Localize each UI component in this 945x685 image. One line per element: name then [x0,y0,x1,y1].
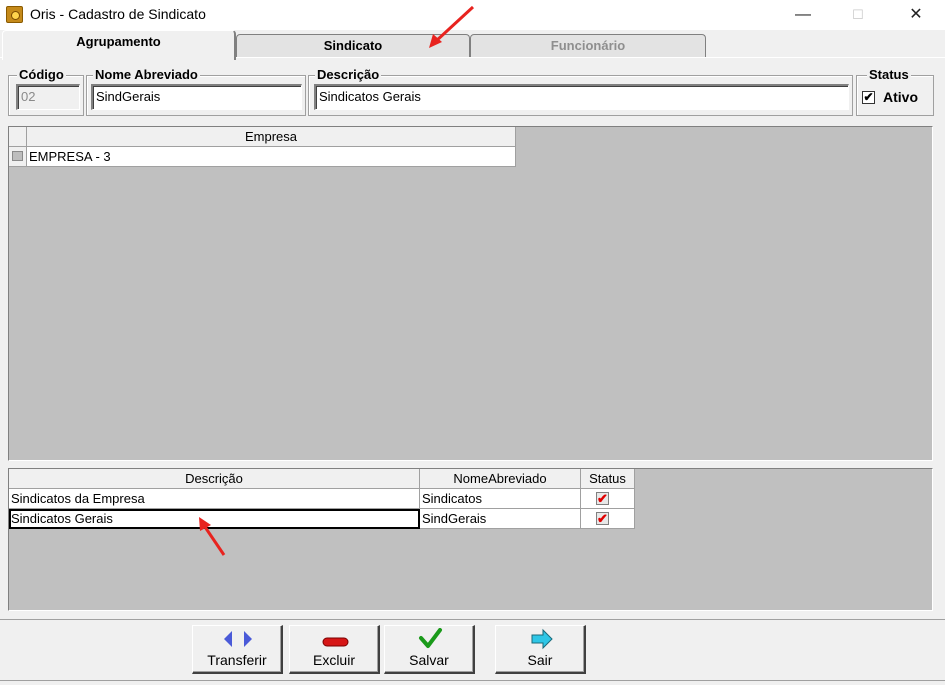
transferir-button[interactable]: Transferir [192,625,283,674]
descricao-field[interactable]: Sindicatos Gerais [314,84,849,110]
nomeabreviado-column-header[interactable]: NomeAbreviado [420,469,581,489]
row-indicator[interactable] [9,147,27,167]
empresa-row[interactable]: EMPRESA - 3 [27,147,516,167]
table-row-status[interactable]: ✔ [581,509,635,529]
excluir-button[interactable]: Excluir [289,625,380,674]
divider [0,619,945,620]
empresa-grid: Empresa EMPRESA - 3 [8,126,933,461]
transfer-arrows-icon [224,631,252,647]
descricao-label: Descrição [315,67,382,83]
maximize-button[interactable]: ☐ [835,0,881,30]
annotation-arrow-icon [199,517,226,556]
status-label: Status [867,67,911,83]
codigo-field[interactable]: 02 [16,84,80,110]
sair-button[interactable]: Sair [495,625,586,674]
status-checkbox[interactable]: ✔ [596,512,609,525]
annotation-arrow-icon [429,5,475,48]
tab-agrupamento[interactable]: Agrupamento [2,30,236,60]
exit-arrow-icon [531,628,553,650]
ativo-label: Ativo [883,89,918,105]
table-row-descricao[interactable]: Sindicatos da Empresa [9,489,420,509]
minimize-button[interactable]: — [780,0,826,30]
codigo-label: Código [17,67,66,83]
status-column-header[interactable]: Status [581,469,635,489]
divider [0,680,945,681]
descricao-column-header[interactable]: Descrição [9,469,420,489]
tab-funcionario[interactable]: Funcionário [470,34,706,58]
empresa-grid-corner [9,127,27,147]
table-row-status[interactable]: ✔ [581,489,635,509]
table-row-nome[interactable]: SindGerais [420,509,581,529]
nome-abreviado-label: Nome Abreviado [93,67,200,83]
sair-label: Sair [527,652,553,668]
nome-abreviado-field[interactable]: SindGerais [91,84,302,110]
transferir-label: Transferir [207,652,267,668]
ativo-checkbox[interactable]: ✔ [862,91,875,104]
status-checkbox[interactable]: ✔ [596,492,609,505]
empresa-header[interactable]: Empresa [27,127,516,147]
salvar-label: Salvar [409,652,449,668]
sindicato-grid: Descrição NomeAbreviado Status Sindicato… [8,468,933,611]
window-title: Oris - Cadastro de Sindicato [30,6,206,22]
checkmark-icon [419,628,442,648]
app-icon [6,6,23,23]
close-button[interactable]: ✕ [893,0,939,30]
table-row-nome[interactable]: Sindicatos [420,489,581,509]
excluir-label: Excluir [312,652,355,668]
salvar-button[interactable]: Salvar [384,625,475,674]
delete-minus-icon [322,637,349,647]
